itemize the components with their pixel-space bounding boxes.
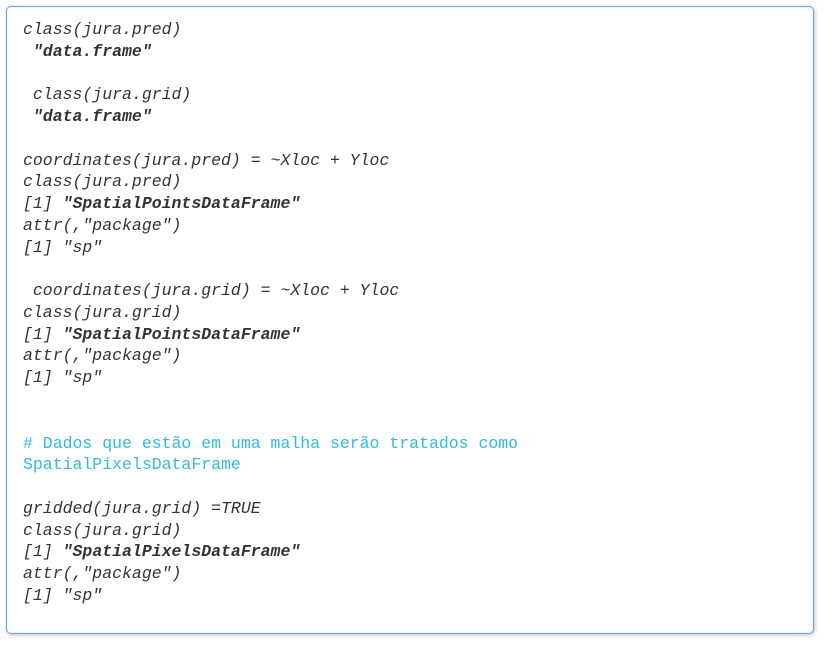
code-line: "data.frame" [23,41,797,63]
code-line [23,128,797,150]
code-line: class(jura.grid) [23,520,797,542]
code-line: attr(,"package") [23,345,797,367]
code-line: "data.frame" [23,106,797,128]
code-line: class(jura.pred) [23,19,797,41]
code-line: coordinates(jura.grid) = ~Xloc + Yloc [23,280,797,302]
code-line: [1] "sp" [23,367,797,389]
code-line: class(jura.grid) [23,84,797,106]
code-line: gridded(jura.grid) =TRUE [23,498,797,520]
code-line [23,258,797,280]
code-line: class(jura.grid) [23,302,797,324]
code-line: attr(,"package") [23,215,797,237]
code-line: class(jura.pred) [23,171,797,193]
code-line: [1] "SpatialPixelsDataFrame" [23,541,797,563]
code-line [23,389,797,411]
code-line: [1] "sp" [23,585,797,607]
code-line: attr(,"package") [23,563,797,585]
code-block: class(jura.pred) "data.frame" class(jura… [6,6,814,634]
code-line [23,63,797,85]
code-line: coordinates(jura.pred) = ~Xloc + Yloc [23,150,797,172]
code-line: SpatialPixelsDataFrame [23,454,797,476]
code-line [23,411,797,433]
code-line: [1] "SpatialPointsDataFrame" [23,193,797,215]
code-line [23,476,797,498]
code-line: [1] "sp" [23,237,797,259]
code-line: # Dados que estão em uma malha serão tra… [23,433,797,455]
code-line: [1] "SpatialPointsDataFrame" [23,324,797,346]
